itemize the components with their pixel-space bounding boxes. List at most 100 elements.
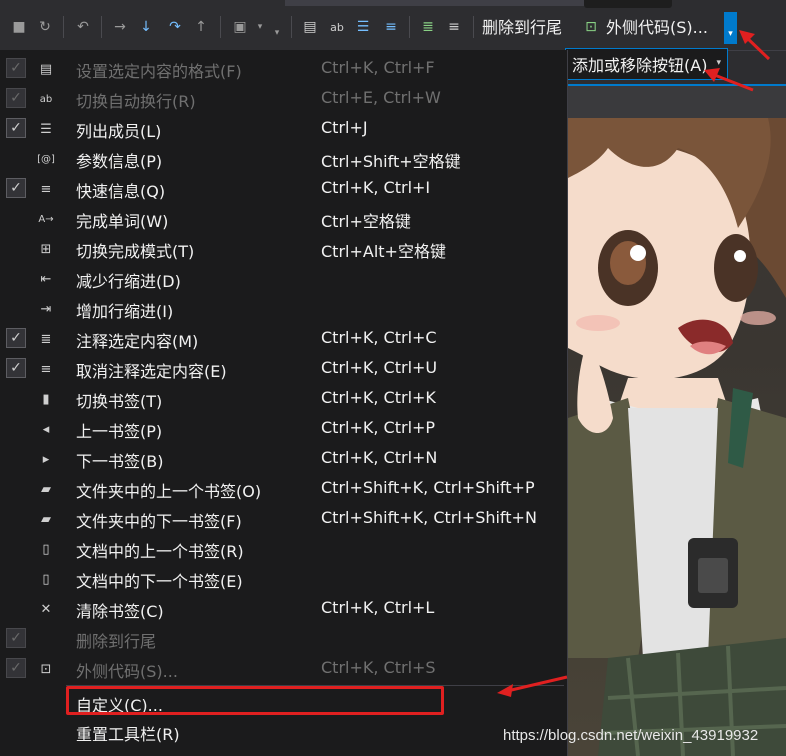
format-selection-icon: ▤ — [39, 61, 53, 77]
menu-item-shortcut: Ctrl+K, Ctrl+P — [321, 418, 436, 437]
menu-item[interactable]: ✓ 删除到行尾 — [0, 624, 568, 654]
undo-icon[interactable]: ↶ — [72, 14, 94, 40]
menu-item-shortcut: Ctrl+K, Ctrl+L — [321, 598, 435, 617]
checkmark-icon[interactable]: ✓ — [6, 358, 26, 378]
checkmark-icon[interactable]: ✓ — [6, 58, 26, 78]
restart-icon[interactable]: ↻ — [34, 14, 56, 40]
menu-item[interactable]: ✓ ☰ 列出成员(L) Ctrl+J — [0, 114, 568, 144]
stop-icon[interactable]: ■ — [8, 14, 30, 40]
menu-item-label: 上一书签(P) — [76, 422, 163, 441]
menu-item[interactable]: ⊞ 切换完成模式(T) Ctrl+Alt+空格键 — [0, 234, 568, 264]
checkmark-icon[interactable]: ✓ — [6, 178, 26, 198]
outside-code-button[interactable]: 外侧代码(S)... — [606, 14, 708, 42]
checkmark-icon[interactable]: ✓ — [6, 118, 26, 138]
surround-with-icon[interactable]: ⊡ — [582, 14, 600, 40]
comment-icon[interactable]: ≣ — [418, 14, 438, 40]
add-remove-buttons-label: 添加或移除按钮(A) — [572, 56, 708, 75]
customize-highlight-box — [66, 686, 444, 715]
step-over-icon[interactable]: ↷ — [164, 14, 186, 40]
show-next-statement-icon[interactable]: → — [110, 14, 130, 40]
quick-info-icon: ≡ — [40, 181, 52, 197]
menu-item-label: 切换自动换行(R) — [76, 92, 196, 111]
menu-item-shortcut: Ctrl+K, Ctrl+K — [321, 388, 436, 407]
menu-item-label: 快速信息(Q) — [76, 182, 166, 201]
menu-item[interactable]: ▮ 切换书签(T) Ctrl+K, Ctrl+K — [0, 384, 568, 414]
quick-info-icon[interactable]: ≡ — [380, 14, 402, 40]
reset-toolbar-menu-item[interactable]: 重置工具栏(R) — [0, 717, 568, 747]
checkmark-icon[interactable]: ✓ — [6, 628, 26, 648]
completion-mode-icon: ⊞ — [40, 241, 52, 257]
step-into-icon[interactable]: ↓ — [136, 14, 156, 40]
menu-item[interactable]: ▸ 下一书签(B) Ctrl+K, Ctrl+N — [0, 444, 568, 474]
menu-item[interactable]: ✓ ▤ 设置选定内容的格式(F) Ctrl+K, Ctrl+F — [0, 54, 568, 84]
delete-to-end-button[interactable]: 删除到行尾 — [482, 14, 562, 42]
toolbar-separator — [473, 16, 474, 38]
menu-item[interactable]: ✓ ab 切换自动换行(R) Ctrl+E, Ctrl+W — [0, 84, 568, 114]
red-arrow-annotation — [739, 30, 771, 61]
menu-item-shortcut: Ctrl+K, Ctrl+S — [321, 658, 436, 677]
toolbar-top-strip — [285, 0, 585, 6]
menu-item-shortcut: Ctrl+空格键 — [321, 212, 411, 231]
reset-toolbar-label: 重置工具栏(R) — [76, 725, 180, 744]
red-arrow-annotation — [704, 68, 754, 92]
menu-item-shortcut: Ctrl+Shift+空格键 — [321, 152, 461, 171]
list-members-icon: ☰ — [40, 121, 52, 137]
image-icon[interactable]: ▣ — [229, 14, 251, 40]
menu-item-label: 减少行缩进(D) — [76, 272, 181, 291]
word-wrap-icon[interactable]: ab — [326, 14, 348, 40]
menu-item-shortcut: Ctrl+Shift+K, Ctrl+Shift+N — [321, 508, 537, 527]
surround-with-icon: ⊡ — [40, 661, 52, 677]
uncomment-icon[interactable]: ≡ — [444, 14, 464, 40]
uncomment-icon: ≡ — [40, 361, 52, 377]
menu-item[interactable]: ✕ 清除书签(C) Ctrl+K, Ctrl+L — [0, 594, 568, 624]
menu-item[interactable]: ⇤ 减少行缩进(D) — [0, 264, 568, 294]
menu-item-label: 文件夹中的下一书签(F) — [76, 512, 242, 531]
menu-item[interactable]: ▰ 文件夹中的上一个书签(O) Ctrl+Shift+K, Ctrl+Shift+P — [0, 474, 568, 504]
menu-item[interactable]: ⇥ 增加行缩进(I) — [0, 294, 568, 324]
toolbar-separator — [291, 16, 292, 38]
menu-item[interactable]: ✓ ⊡ 外侧代码(S)... Ctrl+K, Ctrl+S — [0, 654, 568, 684]
menu-item-label: 文件夹中的上一个书签(O) — [76, 482, 262, 501]
parameter-info-icon: [@] — [37, 153, 55, 165]
menu-item[interactable]: ▯ 文档中的上一个书签(R) — [0, 534, 568, 564]
checkmark-icon[interactable]: ✓ — [6, 328, 26, 348]
folder-next-bookmark-icon: ▰ — [41, 511, 51, 527]
format-selection-icon[interactable]: ▤ — [300, 14, 320, 40]
menu-item[interactable]: ▰ 文件夹中的下一书签(F) Ctrl+Shift+K, Ctrl+Shift+N — [0, 504, 568, 534]
menu-item-shortcut: Ctrl+Shift+K, Ctrl+Shift+P — [321, 478, 535, 497]
menu-item[interactable]: ✓ ≡ 取消注释选定内容(E) Ctrl+K, Ctrl+U — [0, 354, 568, 384]
menu-item-label: 清除书签(C) — [76, 602, 164, 621]
menu-item[interactable]: [@] 参数信息(P) Ctrl+Shift+空格键 — [0, 144, 568, 174]
menu-item[interactable]: A→ 完成单词(W) Ctrl+空格键 — [0, 204, 568, 234]
menu-item[interactable]: ✓ ≡ 快速信息(Q) Ctrl+K, Ctrl+I — [0, 174, 568, 204]
clear-bookmarks-icon: ✕ — [40, 601, 52, 617]
toolbar-separator — [220, 16, 221, 38]
menu-item[interactable]: ◂ 上一书签(P) Ctrl+K, Ctrl+P — [0, 414, 568, 444]
toolbar-separator — [63, 16, 64, 38]
standard-toolbar: ■ ↻ ↶ → ↓ ↷ ↑ ▣ ▾ ▾ ▤ ab ☰ ≡ ≣ ≡ 删除到行尾 ⊡… — [0, 0, 786, 51]
bookmark-icon: ▮ — [42, 391, 50, 407]
toolbar-overflow-icon[interactable]: ▾ — [270, 20, 284, 46]
complete-word-icon: A→ — [38, 213, 54, 225]
menu-item-shortcut: Ctrl+K, Ctrl+I — [321, 178, 431, 197]
menu-item-label: 切换完成模式(T) — [76, 242, 195, 261]
checkmark-icon[interactable]: ✓ — [6, 88, 26, 108]
menu-item-shortcut: Ctrl+K, Ctrl+C — [321, 328, 437, 347]
menu-item[interactable]: ✓ ≣ 注释选定内容(M) Ctrl+K, Ctrl+C — [0, 324, 568, 354]
menu-item-label: 完成单词(W) — [76, 212, 169, 231]
toolbar-customize-menu: ✓ ▤ 设置选定内容的格式(F) Ctrl+K, Ctrl+F ✓ ab 切换自动换行(R)… — [0, 50, 568, 756]
menu-item-label: 外侧代码(S)... — [76, 662, 178, 681]
toolbar-options-dropdown[interactable]: ▾ — [724, 12, 737, 44]
toolbar-separator — [101, 16, 102, 38]
chevron-down-icon[interactable]: ▾ — [254, 14, 266, 40]
checkmark-icon[interactable]: ✓ — [6, 658, 26, 678]
menu-item-label: 取消注释选定内容(E) — [76, 362, 227, 381]
list-members-icon[interactable]: ☰ — [352, 14, 374, 40]
background-illustration — [568, 118, 786, 756]
document-next-bookmark-icon: ▯ — [42, 571, 50, 587]
menu-item-label: 文档中的上一个书签(R) — [76, 542, 244, 561]
step-out-icon[interactable]: ↑ — [191, 14, 211, 40]
menu-item-label: 删除到行尾 — [76, 632, 157, 651]
menu-item-shortcut: Ctrl+Alt+空格键 — [321, 242, 446, 261]
menu-item[interactable]: ▯ 文档中的下一个书签(E) — [0, 564, 568, 594]
